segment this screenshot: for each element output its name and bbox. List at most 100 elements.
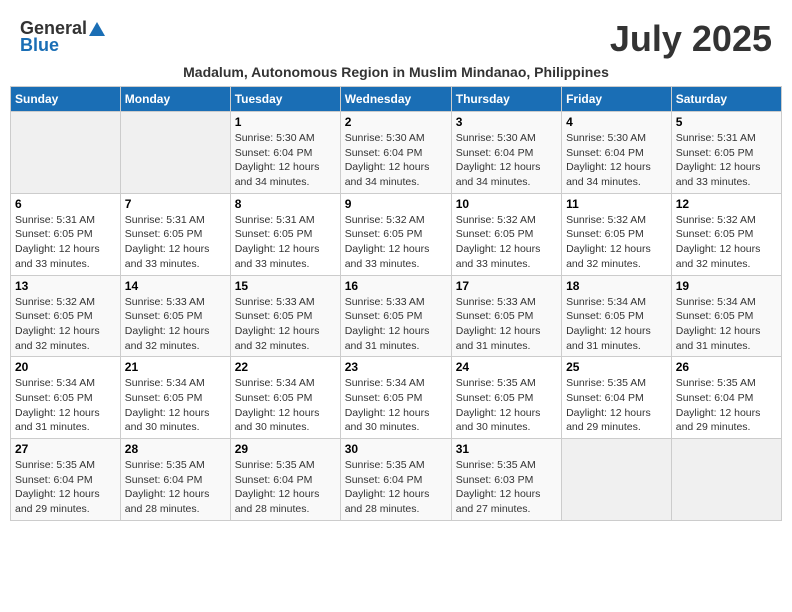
calendar-week-row: 20 Sunrise: 5:34 AM Sunset: 6:05 PM Dayli… [11,357,782,439]
day-number: 10 [456,197,557,211]
day-info: Sunrise: 5:34 AM Sunset: 6:05 PM Dayligh… [235,376,336,435]
calendar-cell: 15Sunrise: 5:33 AM Sunset: 6:05 PM Dayli… [230,275,340,357]
day-number: 14 [125,279,226,293]
day-info: Sunrise: 5:32 AM Sunset: 6:05 PM Dayligh… [456,213,557,272]
calendar-cell: 5 Sunrise: 5:31 AM Sunset: 6:05 PM Daylig… [671,112,781,194]
calendar-cell: 20 Sunrise: 5:34 AM Sunset: 6:05 PM Dayli… [11,357,121,439]
day-info: Sunrise: 5:32 AM Sunset: 6:05 PM Dayligh… [566,213,667,272]
day-number: 26 [676,360,777,374]
day-number: 29 [235,442,336,456]
calendar-cell: 4 Sunrise: 5:30 AM Sunset: 6:04 PM Daylig… [562,112,672,194]
day-info: Sunrise: 5:30 AM Sunset: 6:04 PM Dayligh… [456,131,557,190]
calendar-cell: 8 Sunrise: 5:31 AM Sunset: 6:05 PM Daylig… [230,193,340,275]
day-number: 9 [345,197,447,211]
calendar-cell: 11 Sunrise: 5:32 AM Sunset: 6:05 PM Dayli… [562,193,672,275]
day-info: Sunrise: 5:34 AM Sunset: 6:05 PM Dayligh… [15,376,116,435]
day-info: Sunrise: 5:34 AM Sunset: 6:05 PM Dayligh… [566,295,667,354]
day-number: 19 [676,279,777,293]
day-number: 25 [566,360,667,374]
calendar-cell: 23 Sunrise: 5:34 AM Sunset: 6:05 PM Dayli… [340,357,451,439]
page-header: General Blue July 2025 [10,10,782,64]
weekday-header-wednesday: Wednesday [340,87,451,112]
day-info: Sunrise: 5:35 AM Sunset: 6:04 PM Dayligh… [15,458,116,517]
calendar-cell: 9 Sunrise: 5:32 AM Sunset: 6:05 PM Daylig… [340,193,451,275]
day-info: Sunrise: 5:32 AM Sunset: 6:05 PM Dayligh… [15,295,116,354]
day-number: 6 [15,197,116,211]
logo: General Blue [20,18,107,56]
day-info: Sunrise: 5:30 AM Sunset: 6:04 PM Dayligh… [235,131,336,190]
day-info: Sunrise: 5:35 AM Sunset: 6:04 PM Dayligh… [566,376,667,435]
day-number: 12 [676,197,777,211]
weekday-header-saturday: Saturday [671,87,781,112]
day-info: Sunrise: 5:35 AM Sunset: 6:03 PM Dayligh… [456,458,557,517]
day-info: Sunrise: 5:34 AM Sunset: 6:05 PM Dayligh… [676,295,777,354]
day-number: 23 [345,360,447,374]
calendar-cell: 3 Sunrise: 5:30 AM Sunset: 6:04 PM Daylig… [451,112,561,194]
calendar-cell: 19 Sunrise: 5:34 AM Sunset: 6:05 PM Dayli… [671,275,781,357]
day-number: 15 [235,279,336,293]
calendar-week-row: 13 Sunrise: 5:32 AM Sunset: 6:05 PM Dayli… [11,275,782,357]
day-info: Sunrise: 5:31 AM Sunset: 6:05 PM Dayligh… [15,213,116,272]
calendar-cell: 13 Sunrise: 5:32 AM Sunset: 6:05 PM Dayli… [11,275,121,357]
day-number: 2 [345,115,447,129]
day-number: 5 [676,115,777,129]
calendar-week-row: 6 Sunrise: 5:31 AM Sunset: 6:05 PM Daylig… [11,193,782,275]
calendar-cell: 18Sunrise: 5:34 AM Sunset: 6:05 PM Dayli… [562,275,672,357]
calendar-cell: 21 Sunrise: 5:34 AM Sunset: 6:05 PM Dayli… [120,357,230,439]
calendar-cell: 1Sunrise: 5:30 AM Sunset: 6:04 PM Daylig… [230,112,340,194]
calendar-cell: 31 Sunrise: 5:35 AM Sunset: 6:03 PM Dayli… [451,439,561,521]
day-info: Sunrise: 5:33 AM Sunset: 6:05 PM Dayligh… [456,295,557,354]
calendar-cell: 14Sunrise: 5:33 AM Sunset: 6:05 PM Dayli… [120,275,230,357]
day-number: 13 [15,279,116,293]
calendar-cell: 25 Sunrise: 5:35 AM Sunset: 6:04 PM Dayli… [562,357,672,439]
weekday-header-sunday: Sunday [11,87,121,112]
calendar-cell [671,439,781,521]
day-number: 30 [345,442,447,456]
day-number: 7 [125,197,226,211]
day-info: Sunrise: 5:34 AM Sunset: 6:05 PM Dayligh… [125,376,226,435]
calendar-cell: 2 Sunrise: 5:30 AM Sunset: 6:04 PM Daylig… [340,112,451,194]
calendar-cell: 27 Sunrise: 5:35 AM Sunset: 6:04 PM Dayli… [11,439,121,521]
day-number: 4 [566,115,667,129]
month-year: July 2025 [610,18,772,60]
day-number: 22 [235,360,336,374]
calendar-week-row: 27 Sunrise: 5:35 AM Sunset: 6:04 PM Dayli… [11,439,782,521]
day-number: 8 [235,197,336,211]
calendar-cell: 12Sunrise: 5:32 AM Sunset: 6:05 PM Dayli… [671,193,781,275]
calendar-cell: 22 Sunrise: 5:34 AM Sunset: 6:05 PM Dayli… [230,357,340,439]
day-info: Sunrise: 5:31 AM Sunset: 6:05 PM Dayligh… [235,213,336,272]
logo-blue: Blue [20,35,59,56]
day-info: Sunrise: 5:30 AM Sunset: 6:04 PM Dayligh… [345,131,447,190]
calendar-cell [562,439,672,521]
day-info: Sunrise: 5:31 AM Sunset: 6:05 PM Dayligh… [125,213,226,272]
day-info: Sunrise: 5:35 AM Sunset: 6:04 PM Dayligh… [235,458,336,517]
day-number: 27 [15,442,116,456]
day-number: 20 [15,360,116,374]
calendar-cell: 17Sunrise: 5:33 AM Sunset: 6:05 PM Dayli… [451,275,561,357]
calendar-cell: 26Sunrise: 5:35 AM Sunset: 6:04 PM Dayli… [671,357,781,439]
calendar-week-row: 1Sunrise: 5:30 AM Sunset: 6:04 PM Daylig… [11,112,782,194]
day-info: Sunrise: 5:32 AM Sunset: 6:05 PM Dayligh… [345,213,447,272]
weekday-header-tuesday: Tuesday [230,87,340,112]
calendar-cell: 29 Sunrise: 5:35 AM Sunset: 6:04 PM Dayli… [230,439,340,521]
calendar-cell: 16Sunrise: 5:33 AM Sunset: 6:05 PM Dayli… [340,275,451,357]
weekday-header-friday: Friday [562,87,672,112]
calendar-cell: 6 Sunrise: 5:31 AM Sunset: 6:05 PM Daylig… [11,193,121,275]
page-subtitle: Madalum, Autonomous Region in Muslim Min… [10,64,782,80]
calendar-cell: 28Sunrise: 5:35 AM Sunset: 6:04 PM Dayli… [120,439,230,521]
day-number: 21 [125,360,226,374]
day-number: 3 [456,115,557,129]
calendar-cell [120,112,230,194]
day-number: 24 [456,360,557,374]
weekday-header-monday: Monday [120,87,230,112]
logo-triangle-icon [88,20,106,38]
calendar-header-row: SundayMondayTuesdayWednesdayThursdayFrid… [11,87,782,112]
day-info: Sunrise: 5:34 AM Sunset: 6:05 PM Dayligh… [345,376,447,435]
day-number: 31 [456,442,557,456]
calendar-cell: 7 Sunrise: 5:31 AM Sunset: 6:05 PM Daylig… [120,193,230,275]
weekday-header-thursday: Thursday [451,87,561,112]
day-number: 16 [345,279,447,293]
day-info: Sunrise: 5:31 AM Sunset: 6:05 PM Dayligh… [676,131,777,190]
day-number: 11 [566,197,667,211]
day-info: Sunrise: 5:30 AM Sunset: 6:04 PM Dayligh… [566,131,667,190]
